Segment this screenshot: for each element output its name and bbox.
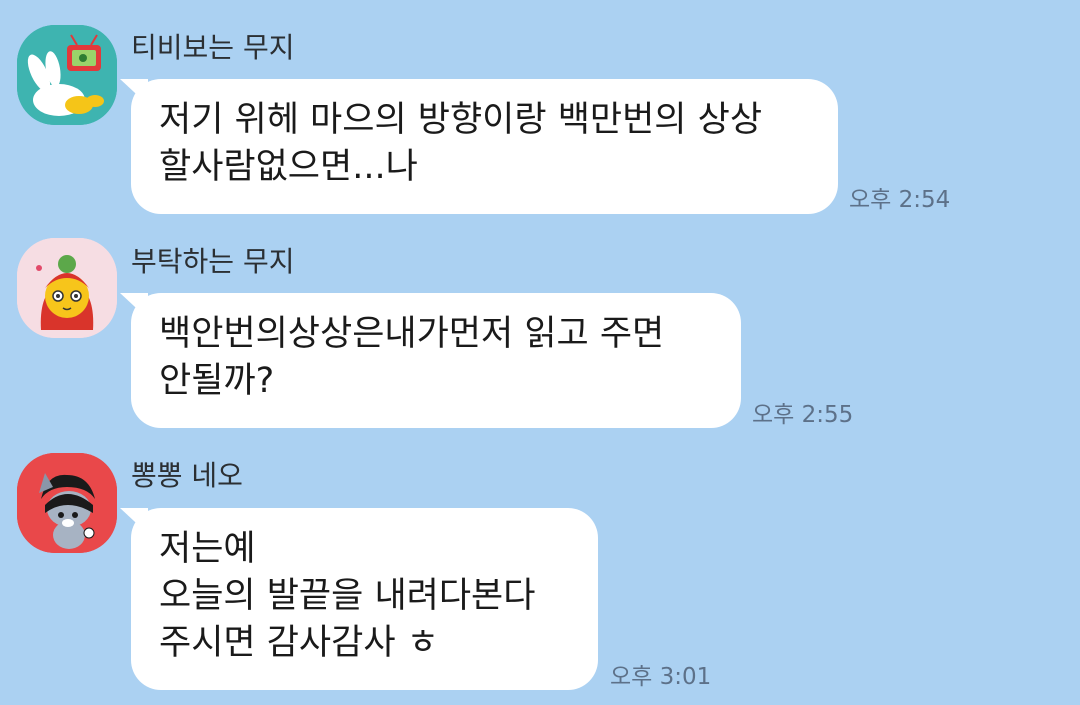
message-bubble[interactable]: 저는예 오늘의 발끝을 내려다본다 주시면 감사감사 ㅎ: [131, 508, 598, 690]
sender-name: 티비보는 무지: [131, 31, 295, 64]
message-line: 저기 위헤 마으의 방향이랑 백만번의 상상: [159, 100, 763, 140]
message-line: 저는예: [159, 529, 256, 569]
sender-name: 뽕뽕 네오: [131, 459, 243, 492]
message-time: 오후 2:54: [849, 187, 951, 213]
message-bubble[interactable]: 백안번의상상은내가먼저 읽고 주면 안될까?: [131, 293, 741, 428]
sender-name: 부탁하는 무지: [131, 245, 295, 278]
neo-avatar-icon[interactable]: [17, 453, 117, 553]
message-bubble[interactable]: 저기 위헤 마으의 방향이랑 백만번의 상상 할사람없으면...나: [131, 79, 838, 214]
message-line: 백안번의상상은내가먼저 읽고 주면: [159, 314, 665, 354]
message-line: 주시면 감사감사 ㅎ: [159, 623, 439, 663]
muzi-asking-avatar-icon[interactable]: [17, 238, 117, 338]
message-time: 오후 3:01: [610, 664, 712, 690]
message-line: 할사람없으면...나: [159, 147, 418, 187]
message-line: 오늘의 발끝을 내려다본다: [159, 576, 536, 616]
message-time: 오후 2:55: [752, 402, 854, 428]
muzi-watching-tv-avatar-icon[interactable]: [17, 25, 117, 125]
message-line: 안될까?: [159, 361, 275, 401]
chat-room: 티비보는 무지 저기 위헤 마으의 방향이랑 백만번의 상상 할사람없으면...…: [0, 0, 1080, 705]
